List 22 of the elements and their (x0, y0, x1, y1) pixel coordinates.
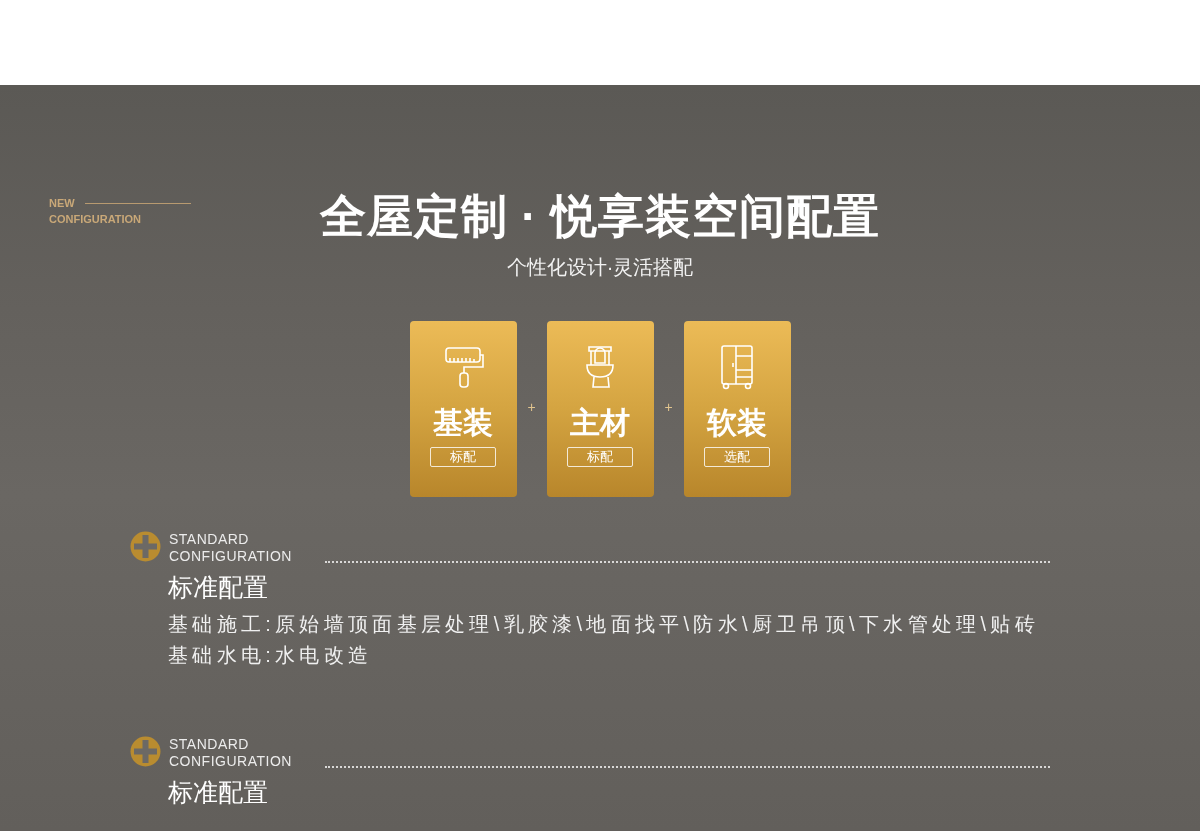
section-title: 标准配置 (168, 572, 269, 603)
section-label: STANDARD (169, 531, 250, 548)
section-text: 基础施工:原始墙顶面基层处理\乳胶漆\地面找平\防水\厨卫吊顶\下水管处理\贴砖 (168, 612, 1040, 637)
plus-circle-icon (130, 531, 161, 562)
package-name: 基装 (433, 405, 493, 441)
section-label: STANDARD (169, 736, 250, 753)
section-text: 基础水电:水电改造 (168, 643, 374, 668)
section-title: 标准配置 (168, 777, 269, 808)
package-tag: 标配 (567, 447, 633, 467)
package-tag: 标配 (430, 447, 496, 467)
package-name: 主材 (570, 405, 630, 441)
tag-text: CONFIGURATION (49, 212, 143, 227)
plus-sign: + (526, 398, 537, 417)
page-subtitle: 个性化设计·灵活搭配 (505, 255, 695, 280)
plus-sign: + (663, 398, 674, 417)
package-tag: 选配 (704, 447, 770, 467)
plus-circle-icon (130, 736, 161, 767)
section-label: CONFIGURATION (169, 548, 292, 565)
package-name: 软装 (707, 405, 767, 441)
section-label: CONFIGURATION (169, 753, 292, 770)
tag-text: NEW (49, 196, 75, 211)
page-title: 全屋定制 · 悦享装空间配置 (319, 189, 881, 243)
